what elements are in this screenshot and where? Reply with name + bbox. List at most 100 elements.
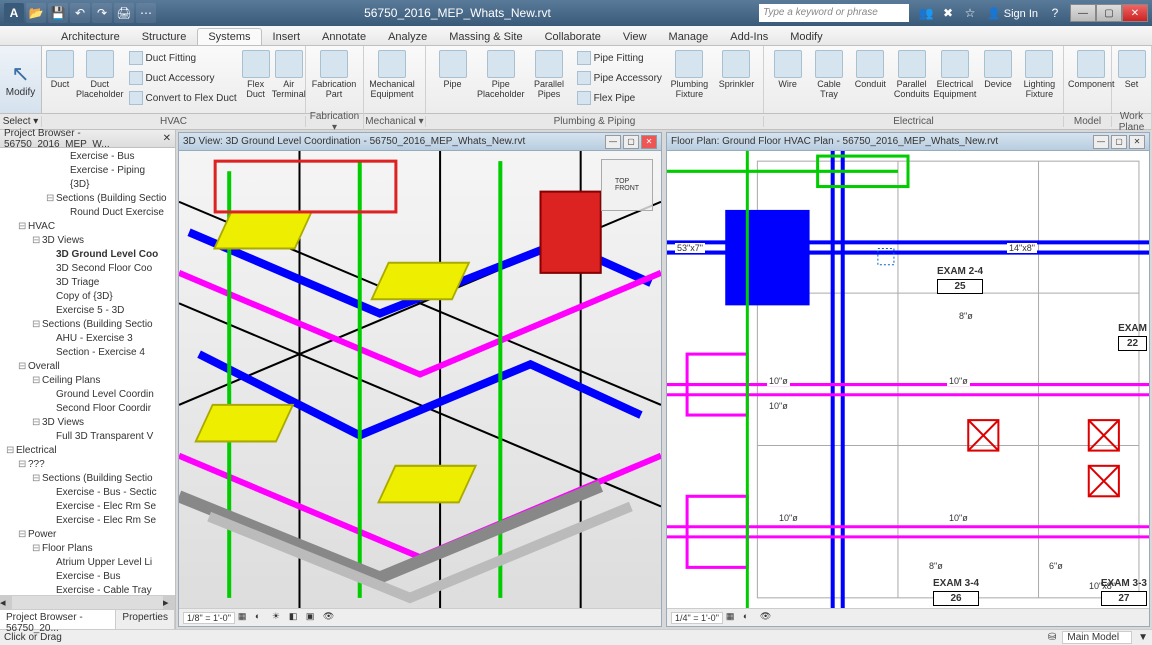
browser-hscroll[interactable]: ◂▸: [0, 595, 175, 609]
tree-node[interactable]: Ground Level Coordin: [0, 388, 175, 402]
tree-node[interactable]: Exercise - Elec Rm Se: [0, 514, 175, 528]
tree-node[interactable]: Round Duct Exercise: [0, 206, 175, 220]
view-max-icon[interactable]: ▢: [623, 135, 639, 149]
ribbon-pipe-fitting-button[interactable]: Pipe Fitting: [574, 48, 665, 68]
ribbon-flex-duct-button[interactable]: FlexDuct: [242, 48, 270, 113]
view2-max-icon[interactable]: ▢: [1111, 135, 1127, 149]
tree-node[interactable]: ⊟Floor Plans: [0, 542, 175, 556]
redo-icon[interactable]: ↷: [92, 3, 112, 23]
app-menu-button[interactable]: A: [4, 3, 24, 23]
ribbon-electrical-equipment-button[interactable]: ElectricalEquipment: [933, 48, 976, 113]
hide-icon[interactable]: 👁: [760, 611, 774, 625]
viewcube[interactable]: TOPFRONT: [601, 159, 653, 211]
shadow-icon[interactable]: ◧: [289, 611, 303, 625]
tree-node[interactable]: Section - Exercise 4: [0, 346, 175, 360]
tree-node[interactable]: ⊟Overall: [0, 360, 175, 374]
filter-icon[interactable]: ▼: [1138, 632, 1148, 643]
tab-systems[interactable]: Systems: [197, 28, 261, 45]
tree-node[interactable]: Exercise - Elec Rm Se: [0, 500, 175, 514]
tree-node[interactable]: ⊟3D Views: [0, 234, 175, 248]
tree-node[interactable]: ⊟Electrical: [0, 444, 175, 458]
tree-node[interactable]: 3D Second Floor Coo: [0, 262, 175, 276]
browser-close-icon[interactable]: ✕: [163, 133, 171, 144]
ribbon-pipe-accessory-button[interactable]: Pipe Accessory: [574, 68, 665, 88]
view-2d-canvas[interactable]: 53"x7" 14"x8" 8"ø 10"ø 10"ø 10"ø 10"ø 10…: [667, 151, 1149, 608]
search-input[interactable]: Type a keyword or phrase: [759, 4, 909, 22]
ribbon-duct-fitting-button[interactable]: Duct Fitting: [126, 48, 240, 68]
ribbon-parallel-conduits-button[interactable]: ParallelConduits: [892, 48, 931, 113]
tab-view[interactable]: View: [612, 28, 658, 45]
ribbon-air-terminal-button[interactable]: AirTerminal: [272, 48, 306, 113]
crop-icon[interactable]: ▣: [306, 611, 320, 625]
subscription-icon[interactable]: 👥: [917, 4, 935, 22]
tab-collaborate[interactable]: Collaborate: [534, 28, 612, 45]
help-icon[interactable]: ?: [1046, 4, 1064, 22]
view2-close-icon[interactable]: ✕: [1129, 135, 1145, 149]
tree-node[interactable]: ⊟Sections (Building Sectio: [0, 472, 175, 486]
ribbon-component-button[interactable]: Component: [1068, 48, 1115, 113]
ribbon-cable-tray-button[interactable]: CableTray: [809, 48, 848, 113]
ribbon-set-button[interactable]: Set: [1116, 48, 1147, 113]
ribbon-duct-accessory-button[interactable]: Duct Accessory: [126, 68, 240, 88]
tree-node[interactable]: Second Floor Coordir: [0, 402, 175, 416]
ribbon-mechanical-equipment-button[interactable]: MechanicalEquipment: [368, 48, 416, 113]
ribbon-device-button[interactable]: Device: [978, 48, 1017, 113]
tree-node[interactable]: ⊟???: [0, 458, 175, 472]
ribbon-plumbing-fixture-button[interactable]: PlumbingFixture: [667, 48, 712, 113]
maximize-button[interactable]: ▢: [1096, 4, 1122, 22]
ribbon-pipe-placeholder-button[interactable]: PipePlaceholder: [477, 48, 525, 113]
tab-insert[interactable]: Insert: [262, 28, 312, 45]
qat-btn[interactable]: ⋯: [136, 3, 156, 23]
workset-icon[interactable]: ⛁: [1048, 632, 1056, 643]
tab-architecture[interactable]: Architecture: [50, 28, 131, 45]
scale-2d[interactable]: 1/4" = 1'-0": [671, 612, 723, 624]
tree-node[interactable]: ⊟3D Views: [0, 416, 175, 430]
tree-node[interactable]: Exercise - Bus - Sectic: [0, 486, 175, 500]
tree-node[interactable]: Atrium Upper Level Li: [0, 556, 175, 570]
ribbon-sprinkler-button[interactable]: Sprinkler: [714, 48, 759, 113]
view-3d-titlebar[interactable]: 3D View: 3D Ground Level Coordination - …: [179, 133, 661, 151]
tab-analyze[interactable]: Analyze: [377, 28, 438, 45]
tree-node[interactable]: Exercise - Cable Tray: [0, 584, 175, 595]
tree-node[interactable]: ⊟HVAC: [0, 220, 175, 234]
tree-node[interactable]: 3D Triage: [0, 276, 175, 290]
tab-modify[interactable]: Modify: [779, 28, 833, 45]
visual-style-icon[interactable]: ◐: [743, 611, 757, 625]
tab-massing-site[interactable]: Massing & Site: [438, 28, 533, 45]
view-2d-titlebar[interactable]: Floor Plan: Ground Floor HVAC Plan - 567…: [667, 133, 1149, 151]
visual-style-icon[interactable]: ◐: [255, 611, 269, 625]
ribbon-convert-to-flex-duct-button[interactable]: Convert to Flex Duct: [126, 88, 240, 108]
tab-structure[interactable]: Structure: [131, 28, 198, 45]
tree-node[interactable]: Exercise 5 - 3D: [0, 304, 175, 318]
ribbon-duct-placeholder-button[interactable]: DuctPlaceholder: [76, 48, 124, 113]
ribbon-conduit-button[interactable]: Conduit: [851, 48, 890, 113]
tree-node[interactable]: Copy of {3D}: [0, 290, 175, 304]
tree-node[interactable]: AHU - Exercise 3: [0, 332, 175, 346]
browser-tab-properties[interactable]: Properties: [116, 610, 175, 629]
open-icon[interactable]: 📂: [26, 3, 46, 23]
browser-tab-project[interactable]: Project Browser - 56750_20...: [0, 610, 116, 629]
print-icon[interactable]: 🖨: [114, 3, 134, 23]
ribbon-fabrication-part-button[interactable]: FabricationPart: [310, 48, 358, 113]
view-3d-canvas[interactable]: TOPFRONT: [179, 151, 661, 608]
close-button[interactable]: ✕: [1122, 4, 1148, 22]
tree-node[interactable]: ⊟Sections (Building Sectio: [0, 318, 175, 332]
scale-3d[interactable]: 1/8" = 1'-0": [183, 612, 235, 624]
signin-button[interactable]: 👤 Sign In: [983, 7, 1042, 20]
ribbon-lighting-fixture-button[interactable]: LightingFixture: [1020, 48, 1059, 113]
tab-add-ins[interactable]: Add-Ins: [719, 28, 779, 45]
workset-combo[interactable]: Main Model: [1062, 631, 1132, 644]
view-min-icon[interactable]: —: [605, 135, 621, 149]
hide-icon[interactable]: 👁: [323, 611, 337, 625]
ribbon-wire-button[interactable]: Wire: [768, 48, 807, 113]
tree-node[interactable]: ⊟Ceiling Plans: [0, 374, 175, 388]
tree-node[interactable]: Exercise - Piping: [0, 164, 175, 178]
tree-node[interactable]: ⊟Power: [0, 528, 175, 542]
tree-node[interactable]: ⊟Sections (Building Sectio: [0, 192, 175, 206]
save-icon[interactable]: 💾: [48, 3, 68, 23]
tree-node[interactable]: Exercise - Bus: [0, 570, 175, 584]
tree-node[interactable]: {3D}: [0, 178, 175, 192]
view-close-icon[interactable]: ✕: [641, 135, 657, 149]
ribbon-parallel-pipes-button[interactable]: ParallelPipes: [527, 48, 572, 113]
ribbon-duct-button[interactable]: Duct: [46, 48, 74, 113]
